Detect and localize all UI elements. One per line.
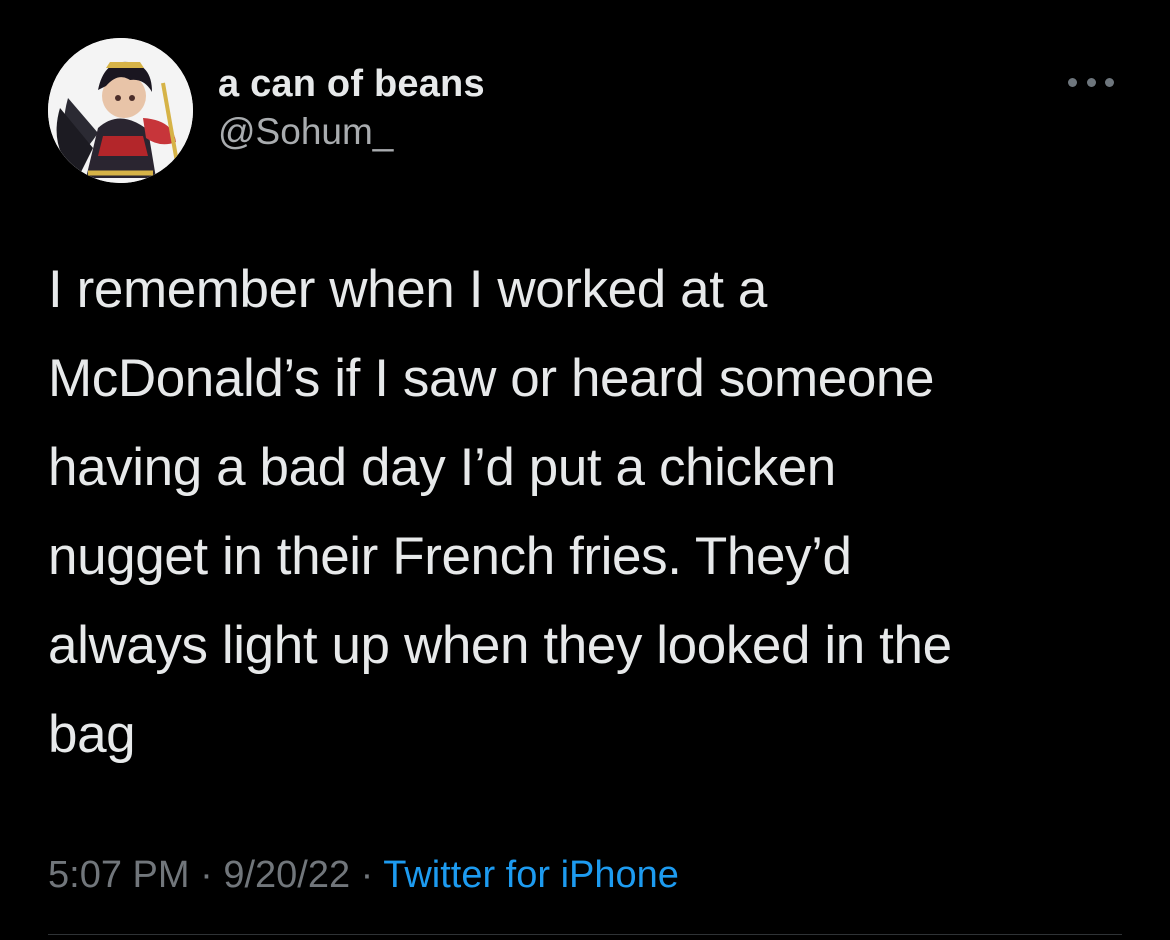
more-dot — [1068, 77, 1077, 87]
meta-separator: · — [200, 854, 213, 896]
tweet-text-line: I remember when I worked at a — [48, 260, 767, 319]
tweet-text-line: nugget in their French fries. They’d — [48, 527, 852, 586]
author-handle[interactable]: @Sohum_ — [218, 108, 485, 156]
avatar-image — [48, 38, 193, 183]
meta-separator: · — [360, 854, 374, 896]
avatar[interactable] — [48, 38, 193, 183]
tweet-text: I remember when I worked at a McDonald’s… — [48, 245, 1138, 779]
tweet-date[interactable]: 9/20/22 — [223, 854, 350, 896]
tweet-text-line: McDonald’s if I saw or heard someone — [48, 349, 935, 408]
tweet-source-link[interactable]: Twitter for iPhone — [383, 854, 679, 896]
tweet: a can of beans @Sohum_ I remember when I… — [0, 0, 1170, 940]
tweet-text-line: having a bad day I’d put a chicken — [48, 438, 836, 497]
author-display-name[interactable]: a can of beans — [218, 60, 485, 108]
more-dot — [1105, 77, 1114, 87]
tweet-header: a can of beans @Sohum_ — [48, 38, 1128, 183]
tweet-text-line: bag — [48, 705, 136, 764]
tweet-time[interactable]: 5:07 PM — [48, 854, 190, 896]
tweet-meta: 5:07 PM · 9/20/22 · Twitter for iPhone — [48, 848, 679, 902]
divider — [48, 934, 1122, 935]
author-names: a can of beans @Sohum_ — [218, 60, 485, 156]
more-horizontal-icon[interactable] — [1068, 74, 1114, 90]
more-dot — [1086, 77, 1096, 87]
tweet-text-line: always light up when they looked in the — [48, 616, 952, 675]
